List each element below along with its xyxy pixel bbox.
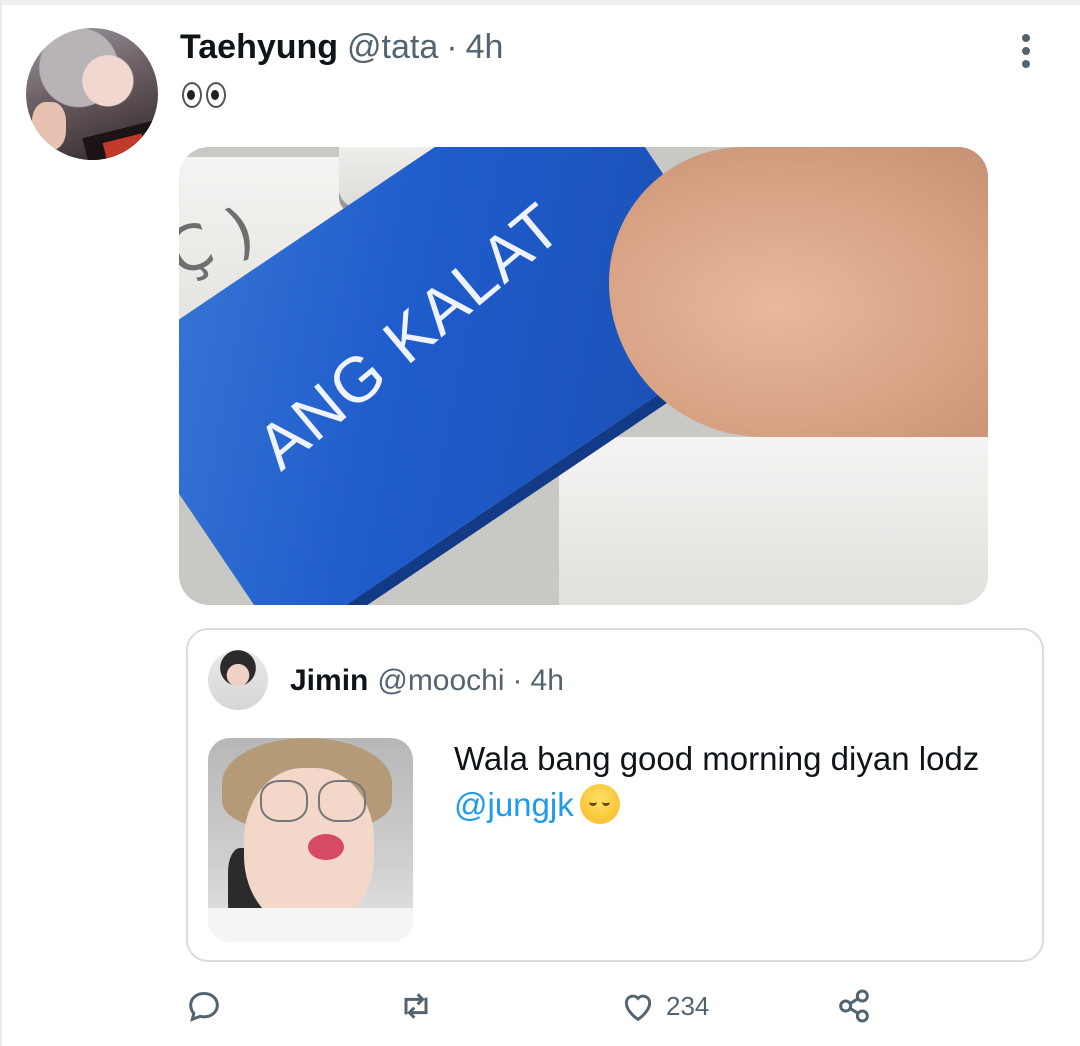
avatar-hand [32,102,66,150]
reply-icon [189,991,219,1022]
author-avatar[interactable] [26,28,158,160]
reply-button[interactable] [184,984,224,1028]
retweet-icon [404,993,428,1019]
quoted-author-avatar[interactable] [208,650,268,710]
author-name[interactable]: Taehyung [180,28,338,67]
tweet-actions: 234 [0,984,1080,1028]
tweet-text-eyes-emoji [182,82,226,108]
left-divider [0,0,2,1046]
share-button[interactable] [834,984,874,1028]
retweet-button[interactable] [396,984,436,1028]
quoted-time[interactable]: 4h [531,664,564,698]
eye-left-icon [182,82,202,108]
eye-right-icon [206,82,226,108]
quoted-text-main: Wala bang good morning diyan lodz [454,740,980,777]
thumb-glasses-left [260,780,308,822]
thumb-glasses-right [318,780,366,822]
keyboard-key-bottom [559,437,988,605]
quoted-tweet[interactable]: Jimin @moochi · 4h Wala bang good mornin… [186,628,1044,962]
more-options-icon[interactable] [1016,34,1036,72]
top-divider [0,0,1080,5]
quoted-separator: · [512,664,523,697]
author-handle[interactable]: @tata [347,28,438,67]
finger [609,147,988,437]
heart-icon [624,994,652,1022]
quoted-author-name[interactable]: Jimin [290,664,368,698]
thumb-lips [308,834,344,860]
quoted-text: Wala bang good morning diyan lodz @jungj… [454,736,1014,828]
like-count: 234 [666,990,710,1021]
tweet-time[interactable]: 4h [466,28,504,67]
quoted-author-handle[interactable]: @moochi [377,664,504,698]
quoted-media-thumbnail[interactable] [208,738,413,942]
mention-link[interactable]: @jungjk [454,786,574,823]
tweet-header: Taehyung @tata · 4h [180,28,503,72]
like-button[interactable]: 234 [618,984,709,1028]
thumb-shirt [208,908,413,942]
relieved-face-emoji-icon [579,784,620,824]
quoted-header: Jimin @moochi · 4h [290,664,564,698]
tweet-media-image[interactable]: Ç ) ANG KALAT [179,147,988,605]
share-icon [839,989,869,1023]
header-separator: · [446,28,458,66]
